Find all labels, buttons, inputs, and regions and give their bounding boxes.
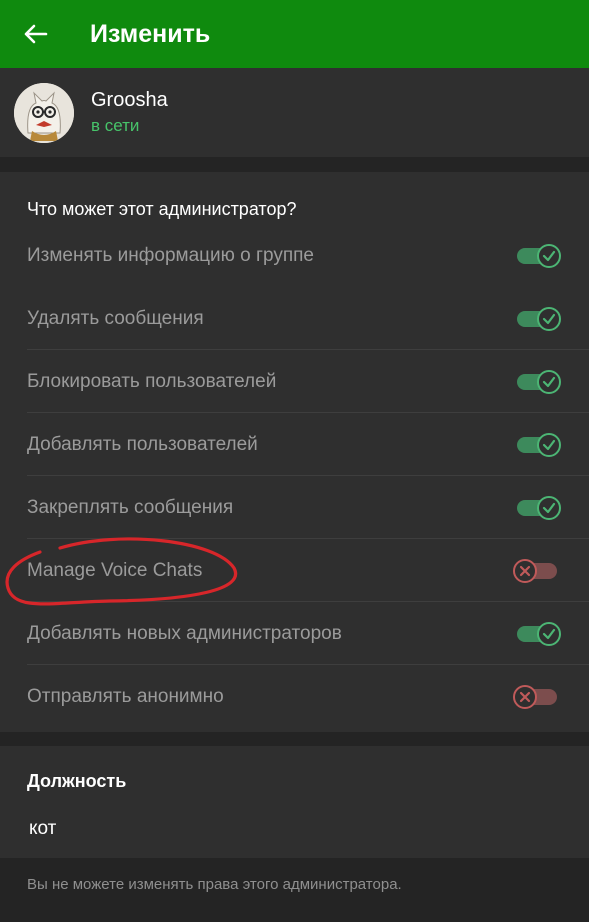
permission-row[interactable]: Добавлять новых администраторов	[0, 602, 589, 665]
permission-label: Закреплять сообщения	[27, 496, 234, 518]
permission-label: Изменять информацию о группе	[27, 244, 314, 266]
rank-title: Должность	[27, 771, 127, 791]
cross-icon	[513, 684, 537, 709]
cat-avatar-icon	[14, 82, 74, 143]
rights-section-title: Что может этот администратор?	[27, 199, 297, 219]
user-card[interactable]: Groosha в сети	[0, 68, 589, 157]
permission-row[interactable]: Закреплять сообщения	[0, 476, 589, 539]
back-button[interactable]	[0, 0, 70, 68]
permission-label: Отправлять анонимно	[27, 685, 224, 707]
permission-toggle[interactable]	[517, 242, 561, 270]
permission-row[interactable]: Добавлять пользователей	[0, 413, 589, 476]
cross-icon	[513, 558, 537, 583]
permission-row[interactable]: Manage Voice Chats	[0, 539, 589, 602]
section-divider	[0, 157, 589, 172]
permission-label: Добавлять пользователей	[27, 433, 258, 455]
permission-row[interactable]: Блокировать пользователей	[0, 350, 589, 413]
permission-row[interactable]: Отправлять анонимно	[0, 665, 589, 728]
footer-note: Вы не можете изменять права этого админи…	[27, 876, 402, 893]
check-icon	[537, 306, 561, 331]
footer: Вы не можете изменять права этого админи…	[0, 858, 589, 922]
permission-toggle[interactable]	[513, 683, 561, 711]
permission-label: Добавлять новых администраторов	[27, 622, 342, 644]
permission-row[interactable]: Удалять сообщения	[0, 287, 589, 350]
permission-toggle[interactable]	[517, 620, 561, 648]
section-divider	[0, 732, 589, 746]
arrow-left-icon	[24, 24, 48, 44]
check-icon	[537, 432, 561, 457]
check-icon	[537, 243, 561, 268]
admin-rights-section: Что может этот администратор? Изменять и…	[0, 172, 589, 732]
check-icon	[537, 369, 561, 394]
rank-input[interactable]: кот	[29, 818, 56, 840]
app-bar: Изменить	[0, 0, 589, 68]
permission-toggle[interactable]	[517, 431, 561, 459]
permission-toggle[interactable]	[517, 305, 561, 333]
user-name: Groosha	[91, 89, 168, 111]
permission-toggle[interactable]	[513, 557, 561, 585]
page-title: Изменить	[90, 19, 211, 48]
avatar[interactable]	[14, 82, 74, 143]
permission-row[interactable]: Изменять информацию о группе	[0, 224, 589, 287]
check-icon	[537, 495, 561, 520]
check-icon	[537, 621, 561, 646]
permission-label: Блокировать пользователей	[27, 370, 277, 392]
user-status: в сети	[91, 116, 140, 135]
permission-label: Удалять сообщения	[27, 307, 204, 329]
rank-section: Должность кот	[0, 746, 589, 858]
permission-toggle[interactable]	[517, 494, 561, 522]
permission-label: Manage Voice Chats	[27, 559, 203, 581]
permission-toggle[interactable]	[517, 368, 561, 396]
